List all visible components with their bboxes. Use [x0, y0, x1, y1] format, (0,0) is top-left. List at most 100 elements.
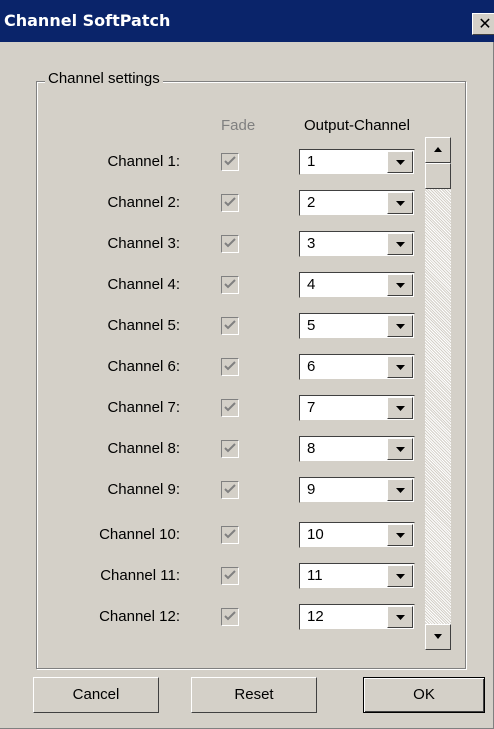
- checkmark-icon: [224, 320, 236, 330]
- fade-column-header: Fade: [221, 117, 256, 134]
- fade-checkbox[interactable]: [221, 399, 239, 417]
- chevron-down-icon: [396, 574, 405, 579]
- output-channel-value: 5: [307, 317, 316, 334]
- channel-row: Channel 1: 1: [0, 149, 494, 175]
- channel-label: Channel 11:: [100, 567, 180, 584]
- output-channel-value: 9: [307, 481, 316, 498]
- channel-row: Channel 9: 9: [0, 477, 494, 503]
- output-channel-value: 4: [307, 276, 316, 293]
- channel-row: Channel 7: 7: [0, 395, 494, 421]
- checkmark-icon: [224, 443, 236, 453]
- output-channel-select[interactable]: 7: [299, 395, 415, 421]
- fade-checkbox[interactable]: [221, 276, 239, 294]
- channel-label: Channel 10:: [99, 526, 180, 543]
- chevron-down-icon: [396, 615, 405, 620]
- chevron-down-icon: [396, 242, 405, 247]
- dropdown-button[interactable]: [387, 565, 413, 587]
- reset-button[interactable]: Reset: [191, 677, 317, 713]
- close-icon: ✕: [478, 14, 492, 33]
- fade-checkbox[interactable]: [221, 317, 239, 335]
- channel-label: Channel 12:: [99, 608, 180, 625]
- checkmark-icon: [224, 611, 236, 621]
- fade-checkbox[interactable]: [221, 526, 239, 544]
- channel-label: Channel 6:: [107, 358, 180, 375]
- title-bar[interactable]: Channel SoftPatch ✕: [0, 0, 494, 42]
- dropdown-button[interactable]: [387, 192, 413, 214]
- fade-checkbox[interactable]: [221, 153, 239, 171]
- softpatch-dialog: Channel SoftPatch ✕ Channel settings Fad…: [0, 0, 494, 729]
- dropdown-button[interactable]: [387, 524, 413, 546]
- channel-row: Channel 11: 11: [0, 563, 494, 589]
- channel-row: Channel 8: 8: [0, 436, 494, 462]
- fade-checkbox[interactable]: [221, 608, 239, 626]
- scroll-thumb[interactable]: [425, 163, 451, 189]
- dropdown-button[interactable]: [387, 274, 413, 296]
- dropdown-button[interactable]: [387, 151, 413, 173]
- channel-label: Channel 5:: [107, 317, 180, 334]
- channel-label: Channel 7:: [107, 399, 180, 416]
- checkmark-icon: [224, 402, 236, 412]
- output-channel-value: 10: [307, 526, 324, 543]
- output-channel-select[interactable]: 11: [299, 563, 415, 589]
- fade-checkbox[interactable]: [221, 567, 239, 585]
- dropdown-button[interactable]: [387, 606, 413, 628]
- checkmark-icon: [224, 361, 236, 371]
- checkmark-icon: [224, 156, 236, 166]
- dropdown-button[interactable]: [387, 479, 413, 501]
- output-channel-value: 11: [307, 567, 323, 584]
- chevron-down-icon: [396, 406, 405, 411]
- channel-row: Channel 10: 10: [0, 522, 494, 548]
- output-channel-value: 1: [307, 153, 316, 170]
- channel-row: Channel 3: 3: [0, 231, 494, 257]
- fade-checkbox[interactable]: [221, 358, 239, 376]
- output-channel-value: 7: [307, 399, 316, 416]
- channel-label: Channel 8:: [107, 440, 180, 457]
- output-channel-select[interactable]: 8: [299, 436, 415, 462]
- vertical-scrollbar[interactable]: [425, 137, 451, 650]
- chevron-down-icon: [396, 324, 405, 329]
- output-channel-select[interactable]: 12: [299, 604, 415, 630]
- chevron-down-icon: [396, 365, 405, 370]
- dropdown-button[interactable]: [387, 233, 413, 255]
- channel-row: Channel 5: 5: [0, 313, 494, 339]
- scroll-down-button[interactable]: [425, 624, 451, 650]
- window-title: Channel SoftPatch: [4, 11, 171, 30]
- output-channel-select[interactable]: 9: [299, 477, 415, 503]
- dropdown-button[interactable]: [387, 356, 413, 378]
- output-channel-select[interactable]: 10: [299, 522, 415, 548]
- output-column-header: Output-Channel: [304, 117, 410, 134]
- group-legend: Channel settings: [45, 70, 163, 87]
- chevron-down-icon: [396, 447, 405, 452]
- channel-row: Channel 4: 4: [0, 272, 494, 298]
- chevron-down-icon: [396, 160, 405, 165]
- arrow-up-icon: [434, 147, 442, 152]
- output-channel-select[interactable]: 4: [299, 272, 415, 298]
- output-channel-select[interactable]: 6: [299, 354, 415, 380]
- output-channel-select[interactable]: 1: [299, 149, 415, 175]
- arrow-down-icon: [434, 634, 442, 639]
- close-button[interactable]: ✕: [472, 13, 494, 35]
- output-channel-value: 3: [307, 235, 316, 252]
- ok-button[interactable]: OK: [363, 677, 485, 713]
- chevron-down-icon: [396, 488, 405, 493]
- output-channel-select[interactable]: 3: [299, 231, 415, 257]
- fade-checkbox[interactable]: [221, 235, 239, 253]
- channel-row: Channel 12: 12: [0, 604, 494, 630]
- cancel-button[interactable]: Cancel: [33, 677, 159, 713]
- dropdown-button[interactable]: [387, 315, 413, 337]
- output-channel-value: 8: [307, 440, 316, 457]
- output-channel-value: 6: [307, 358, 316, 375]
- dropdown-button[interactable]: [387, 438, 413, 460]
- chevron-down-icon: [396, 283, 405, 288]
- output-channel-select[interactable]: 2: [299, 190, 415, 216]
- fade-checkbox[interactable]: [221, 481, 239, 499]
- scroll-up-button[interactable]: [425, 137, 451, 163]
- channel-label: Channel 1:: [107, 153, 180, 170]
- channel-label: Channel 2:: [107, 194, 180, 211]
- output-channel-select[interactable]: 5: [299, 313, 415, 339]
- channel-label: Channel 9:: [107, 481, 180, 498]
- channel-row: Channel 2: 2: [0, 190, 494, 216]
- dropdown-button[interactable]: [387, 397, 413, 419]
- fade-checkbox[interactable]: [221, 440, 239, 458]
- fade-checkbox[interactable]: [221, 194, 239, 212]
